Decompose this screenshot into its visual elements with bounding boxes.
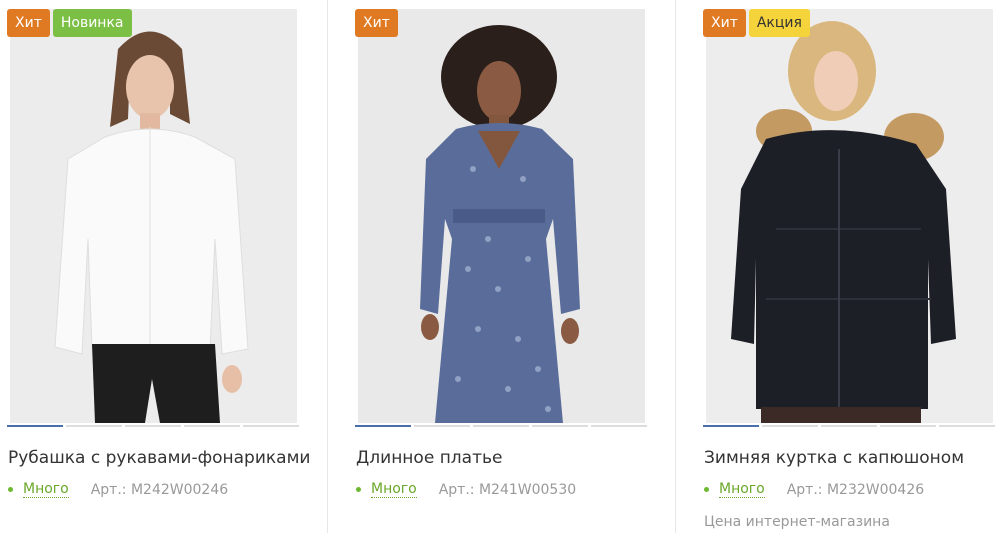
badge-sale: Акция [748, 9, 810, 37]
card-divider [675, 0, 676, 533]
slider-dot[interactable] [184, 425, 240, 427]
product-title[interactable]: Зимняя куртка с капюшоном [704, 448, 964, 468]
product-photo[interactable] [10, 9, 297, 423]
product-photo[interactable] [358, 9, 645, 423]
product-sku: Арт.: M232W00426 [786, 481, 925, 498]
image-slider-indicator[interactable] [355, 425, 647, 427]
product-title[interactable]: Рубашка с рукавами-фонариками [8, 448, 310, 468]
image-slider-indicator[interactable] [703, 425, 995, 427]
card-divider [327, 0, 328, 533]
stock-indicator-icon [704, 487, 709, 492]
slider-dot[interactable] [355, 425, 411, 427]
product-meta: Много Арт.: M232W00426 [704, 481, 924, 498]
product-card[interactable]: Хит Длинное платье Много Арт.: M241W0053… [348, 0, 675, 533]
slider-dot[interactable] [591, 425, 647, 427]
image-slider-indicator[interactable] [7, 425, 299, 427]
product-card[interactable]: Хит Новинка Рубашка с рукавами-фонарикам… [0, 0, 327, 533]
slider-dot[interactable] [66, 425, 122, 427]
product-sku: Арт.: M241W00530 [438, 481, 577, 498]
stock-status[interactable]: Много [23, 481, 69, 498]
badge-hit: Хит [7, 9, 50, 37]
woman-black-winter-jacket-image [706, 9, 993, 423]
slider-dot[interactable] [125, 425, 181, 427]
slider-dot[interactable] [243, 425, 299, 427]
badge-group: Хит Новинка [7, 9, 132, 37]
slider-dot[interactable] [473, 425, 529, 427]
slider-dot[interactable] [880, 425, 936, 427]
slider-dot[interactable] [532, 425, 588, 427]
product-photo[interactable] [706, 9, 993, 423]
slider-dot[interactable] [762, 425, 818, 427]
badge-new: Новинка [52, 9, 132, 37]
stock-status[interactable]: Много [371, 481, 417, 498]
price-label: Цена интернет-магазина [704, 514, 890, 530]
stock-indicator-icon [356, 487, 361, 492]
product-title[interactable]: Длинное платье [356, 448, 502, 468]
product-meta: Много Арт.: M242W00246 [8, 481, 228, 498]
slider-dot[interactable] [414, 425, 470, 427]
badge-group: Хит [355, 9, 398, 37]
slider-dot[interactable] [821, 425, 877, 427]
badge-hit: Хит [703, 9, 746, 37]
stock-status[interactable]: Много [719, 481, 765, 498]
woman-blue-floral-dress-image [358, 9, 645, 423]
badge-group: Хит Акция [703, 9, 810, 37]
slider-dot[interactable] [939, 425, 995, 427]
product-meta: Много Арт.: M241W00530 [356, 481, 576, 498]
product-grid: Хит Новинка Рубашка с рукавами-фонарикам… [0, 0, 1000, 533]
product-sku: Арт.: M242W00246 [90, 481, 229, 498]
slider-dot[interactable] [7, 425, 63, 427]
product-card[interactable]: Хит Акция Зимняя куртка с капюшоном Мног… [696, 0, 1000, 533]
badge-hit: Хит [355, 9, 398, 37]
stock-indicator-icon [8, 487, 13, 492]
woman-white-blouse-image [10, 9, 297, 423]
slider-dot[interactable] [703, 425, 759, 427]
